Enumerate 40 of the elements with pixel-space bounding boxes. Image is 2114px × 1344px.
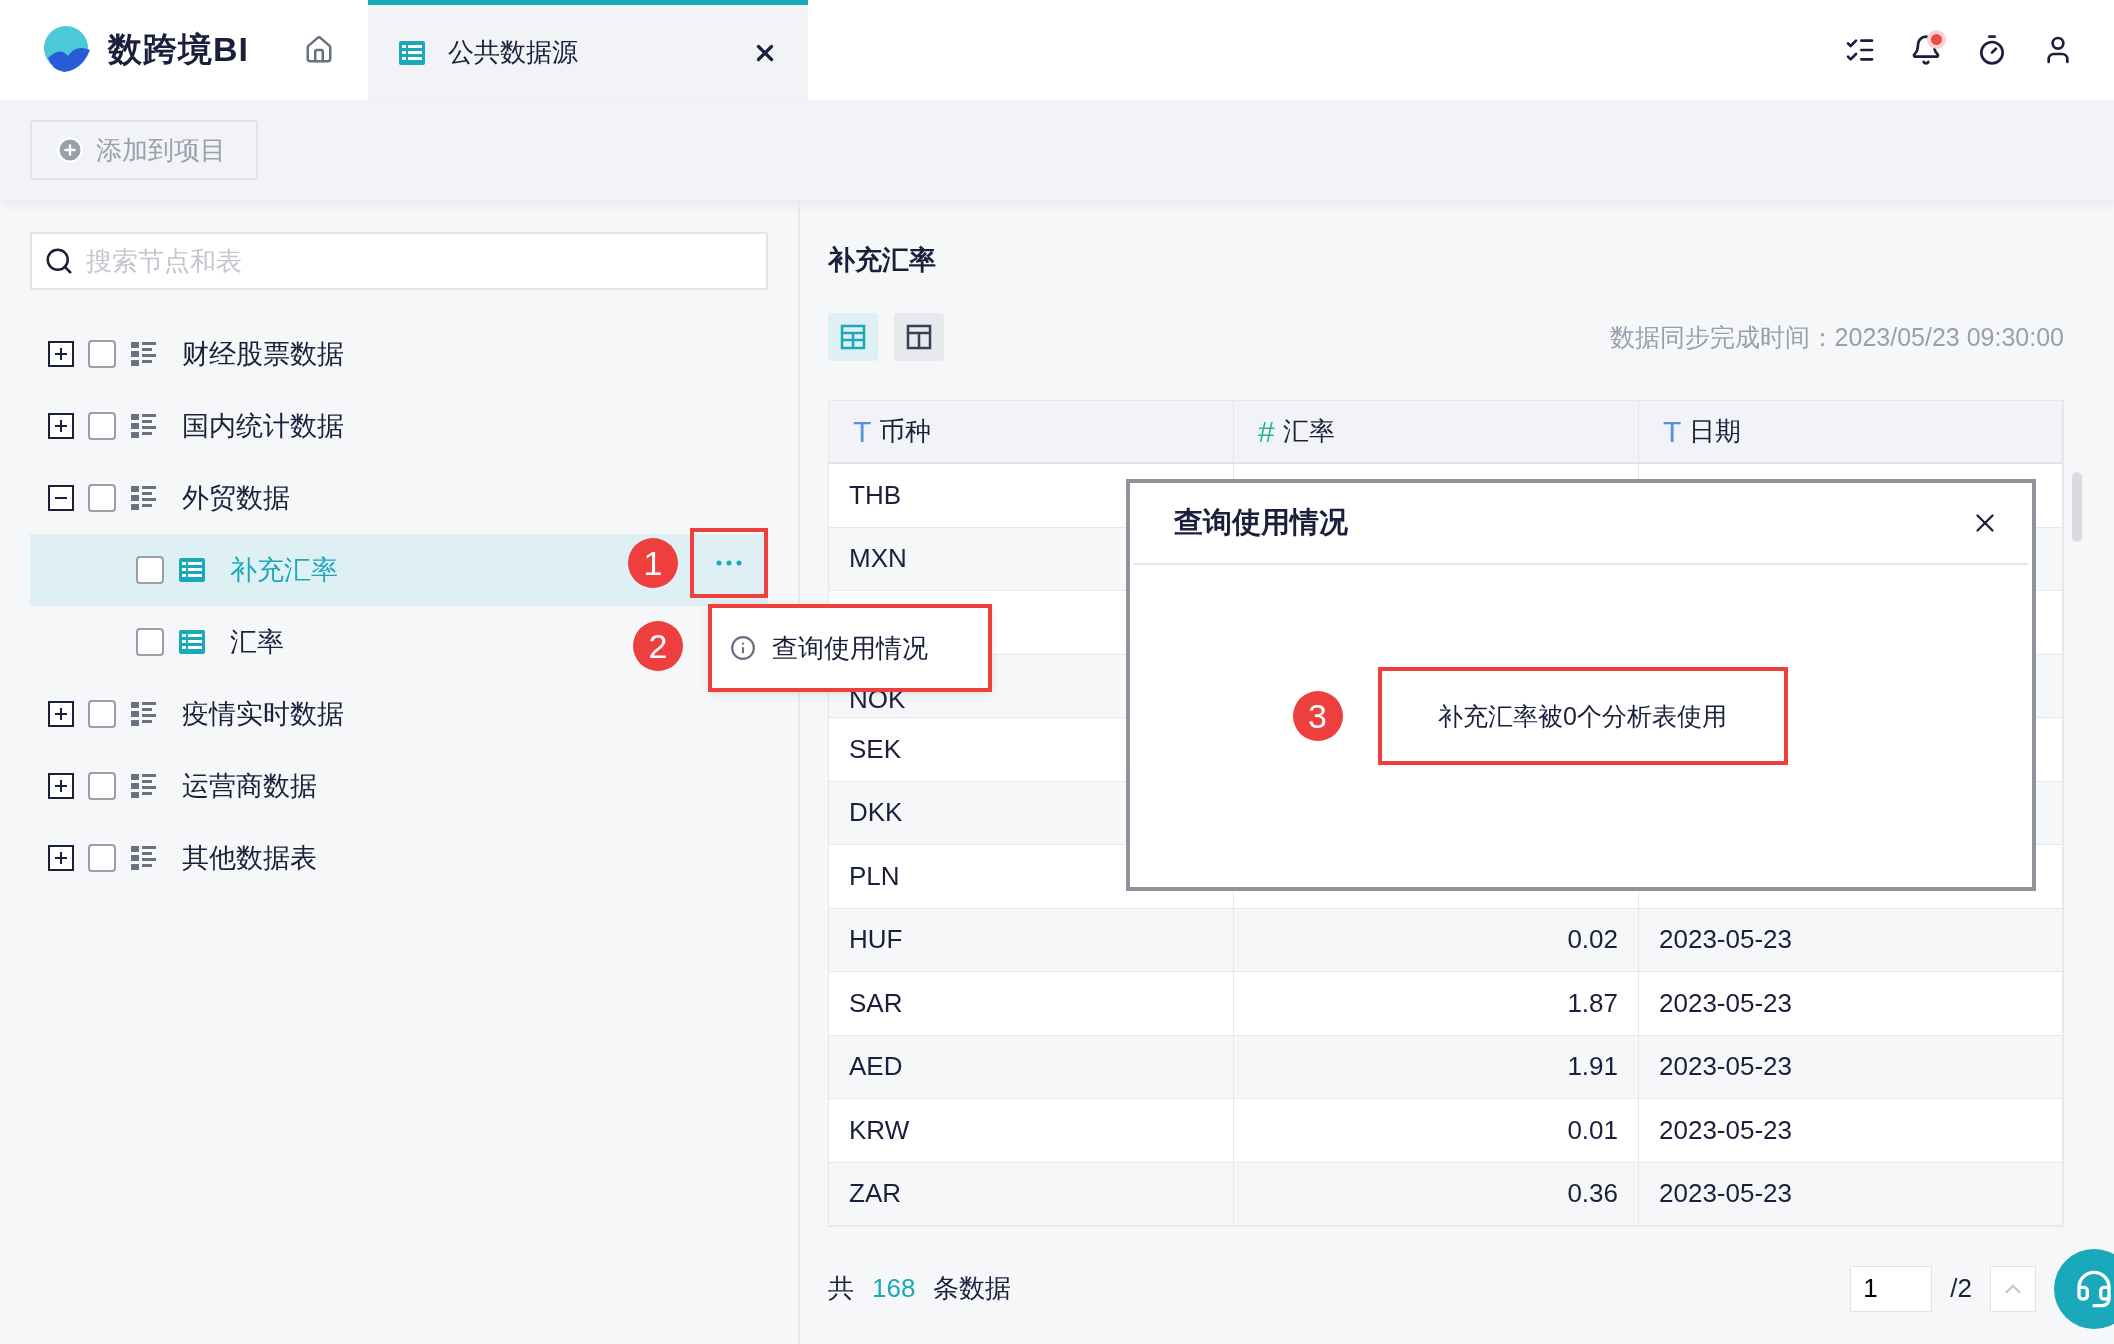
table-cell: 2023-05-23 bbox=[1639, 1162, 2063, 1226]
table-cell: 2023-05-23 bbox=[1639, 1035, 2063, 1099]
total-label: 共 bbox=[828, 1272, 854, 1305]
step-badge: 2 bbox=[633, 621, 683, 671]
table-cell: HUF bbox=[829, 908, 1234, 972]
tree-label: 补充汇率 bbox=[230, 554, 338, 587]
column-label: 汇率 bbox=[1282, 415, 1335, 448]
table-cell: KRW bbox=[829, 1099, 1234, 1163]
table-cell: 2023-05-23 bbox=[1639, 972, 2063, 1036]
type-mark: T bbox=[1663, 414, 1682, 449]
dialog-message: 补充汇率被0个分析表使用 bbox=[1379, 669, 1786, 763]
table-cell: 2023-05-23 bbox=[1639, 908, 2063, 972]
tab-label: 公共数据源 bbox=[448, 36, 579, 69]
logo-text: 数跨境BI bbox=[108, 29, 249, 70]
tree-label: 外贸数据 bbox=[182, 482, 290, 515]
step-badge: 3 bbox=[1292, 691, 1343, 741]
table-cell: 0.36 bbox=[1234, 1162, 1639, 1226]
tree-label: 财经股票数据 bbox=[182, 338, 344, 371]
table-cell: 1.91 bbox=[1234, 1035, 1639, 1099]
tree-label: 运营商数据 bbox=[182, 770, 317, 803]
table-cell: 2023-05-23 bbox=[1639, 1099, 2063, 1163]
tree-label: 汇率 bbox=[230, 626, 284, 659]
table-cell: 0.02 bbox=[1234, 908, 1639, 972]
type-mark: # bbox=[1258, 414, 1275, 449]
sync-time: 数据同步完成时间：2023/05/23 09:30:00 bbox=[1609, 321, 2064, 353]
table-cell: AED bbox=[829, 1035, 1234, 1099]
page-total: /2 bbox=[1950, 1273, 1972, 1304]
column-label: 日期 bbox=[1689, 415, 1742, 448]
table-cell: 0.01 bbox=[1234, 1099, 1639, 1163]
total-count: 168 bbox=[872, 1273, 916, 1304]
column-label: 币种 bbox=[879, 415, 932, 448]
type-mark: T bbox=[853, 414, 872, 449]
table-cell: SAR bbox=[829, 972, 1234, 1036]
tree-label: 疫情实时数据 bbox=[182, 698, 344, 731]
tree-label: 其他数据表 bbox=[182, 842, 317, 875]
table-cell: ZAR bbox=[829, 1162, 1234, 1226]
tree-label: 国内统计数据 bbox=[182, 410, 344, 443]
table-cell: 1.87 bbox=[1234, 972, 1639, 1036]
total-label: 条数据 bbox=[933, 1272, 1012, 1305]
panel-title: 补充汇率 bbox=[828, 244, 937, 277]
